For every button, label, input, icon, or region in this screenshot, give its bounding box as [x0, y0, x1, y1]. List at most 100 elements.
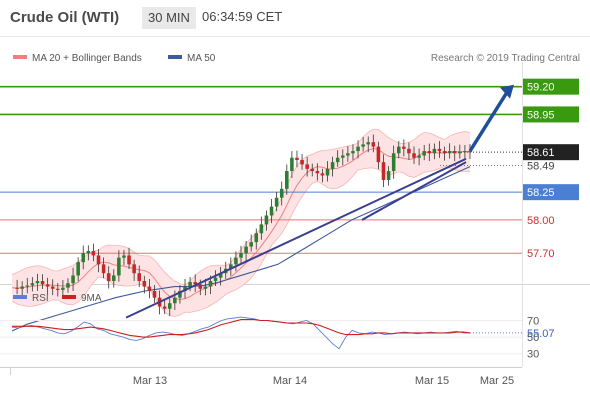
candle-body — [188, 282, 192, 287]
price-label: 58.49 — [527, 161, 555, 173]
candle-body — [40, 281, 45, 285]
candle-body — [50, 286, 55, 289]
ma50-legend-label: MA 50 — [187, 53, 216, 64]
candle-body — [117, 257, 121, 276]
candle-body — [371, 142, 376, 147]
rsi-legend-label: RSI — [32, 293, 49, 304]
candle-body — [45, 284, 50, 287]
candle-body — [366, 142, 371, 145]
candle-body — [61, 287, 65, 290]
candle-body — [330, 162, 335, 169]
candle-body — [244, 246, 248, 254]
candle-body — [442, 151, 447, 154]
candle-body — [300, 159, 304, 165]
candle-body — [417, 155, 421, 158]
rsi-ma-legend-swatch — [62, 295, 76, 299]
candle-body — [335, 157, 340, 163]
candle-body — [106, 273, 111, 281]
candle-body — [412, 153, 416, 158]
bollinger-bands — [11, 128, 471, 317]
candle-body — [30, 283, 35, 286]
rsi-tick-label: 30 — [527, 349, 539, 361]
ma50-legend-swatch — [168, 55, 182, 59]
candle-body — [285, 171, 289, 189]
candle-body — [346, 153, 350, 156]
candle-body — [305, 164, 309, 169]
candle-body — [213, 277, 218, 281]
candle-body — [122, 255, 126, 258]
candle-body — [325, 168, 330, 176]
candle-body — [407, 148, 411, 154]
candle-body — [20, 286, 24, 289]
candle-body — [259, 224, 264, 234]
x-tick-label: Mar 14 — [273, 375, 307, 387]
candle-body — [447, 151, 452, 154]
candle-body — [66, 283, 70, 288]
candle-body — [142, 281, 147, 287]
candle-body — [290, 157, 294, 172]
candle-body — [81, 253, 86, 263]
candle-body — [15, 287, 19, 289]
candle-body — [310, 168, 315, 172]
candle-body — [463, 151, 467, 153]
candle-body — [315, 171, 320, 174]
candle-body — [198, 284, 203, 289]
candle-body — [208, 281, 213, 287]
candle-body — [361, 144, 365, 147]
ma20-legend-label: MA 20 + Bollinger Bands — [32, 53, 142, 64]
candle-body — [320, 173, 325, 176]
candle-body — [376, 146, 381, 163]
candle-body — [269, 206, 274, 216]
trendlines — [125, 84, 514, 319]
candle-body — [173, 297, 177, 304]
candle-body — [279, 188, 284, 198]
price-label: 58.61 — [527, 147, 555, 159]
rsi-ma-legend-label: 9MA — [81, 293, 102, 304]
price-label: 57.70 — [527, 248, 555, 260]
candle-body — [264, 215, 269, 225]
forecast-arrow — [468, 89, 510, 153]
candle-body — [234, 257, 238, 265]
x-tick-label: Mar 13 — [133, 375, 167, 387]
price-label: 58.95 — [527, 109, 555, 121]
rsi-current-label: 55.07 — [527, 328, 555, 340]
candle-body — [101, 264, 106, 274]
candle-body — [295, 157, 299, 160]
candle-body — [396, 146, 401, 154]
candle-body — [427, 151, 432, 154]
candle-body — [132, 264, 136, 274]
x-tick-label: Mar 25 — [480, 375, 514, 387]
candle-body — [137, 273, 142, 281]
candle-body — [91, 251, 96, 256]
candle-body — [402, 146, 406, 149]
candle-body — [458, 152, 462, 154]
ma20-legend-swatch — [13, 55, 27, 59]
candle-body — [147, 286, 152, 291]
candle-body — [96, 255, 101, 265]
candle-body — [203, 286, 208, 289]
price-label: 58.25 — [527, 187, 555, 199]
candle-body — [254, 233, 259, 243]
rsi-tick-label: 70 — [527, 315, 539, 327]
candle-body — [239, 253, 243, 258]
candle-body — [35, 281, 40, 284]
research-credit: Research © 2019 Trading Central — [431, 53, 580, 64]
bollinger-band-fill — [12, 129, 470, 317]
candle-body — [356, 146, 360, 152]
candle-body — [391, 153, 396, 172]
price-label: 59.20 — [527, 82, 555, 94]
candle-body — [340, 155, 345, 158]
rsi-legend-swatch — [13, 295, 27, 299]
candle-body — [152, 290, 157, 298]
candle-body — [86, 251, 91, 254]
candle-body — [25, 285, 30, 287]
candle-body — [422, 151, 426, 156]
x-tick-label: Mar 15 — [415, 375, 449, 387]
candle-body — [381, 162, 386, 180]
candle-body — [432, 148, 437, 154]
candle-body — [386, 171, 391, 180]
candle-body — [76, 262, 80, 276]
candle-body — [351, 151, 355, 154]
candle-body — [127, 255, 131, 265]
rsi-panel: 70503055.07 — [0, 315, 555, 361]
